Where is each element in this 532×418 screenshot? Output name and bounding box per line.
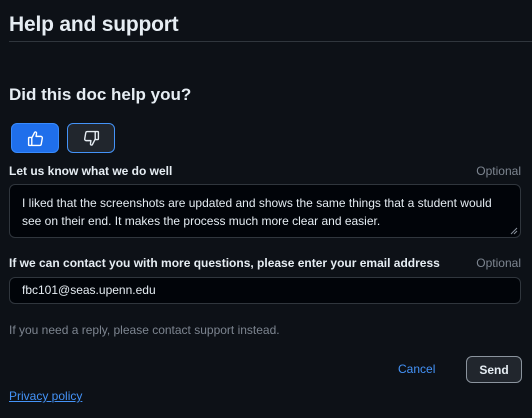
send-button[interactable]: Send [466, 356, 522, 383]
resize-grip-icon[interactable] [510, 227, 518, 235]
well-field-optional: Optional [476, 164, 521, 178]
email-field-optional: Optional [476, 256, 521, 270]
email-field-label: If we can contact you with more question… [9, 256, 440, 270]
thumbs-up-button[interactable] [11, 123, 59, 153]
email-value: fbc101@seas.upenn.edu [22, 283, 156, 297]
privacy-policy-link[interactable]: Privacy policy [9, 389, 82, 403]
cancel-button[interactable]: Cancel [398, 362, 435, 376]
feedback-textarea[interactable]: I liked that the screenshots are updated… [9, 184, 521, 238]
thumbs-down-button[interactable] [67, 123, 115, 153]
feedback-question: Did this doc help you? [9, 85, 192, 104]
title-divider [9, 41, 532, 42]
thumbs-up-icon [27, 130, 44, 147]
email-field[interactable]: fbc101@seas.upenn.edu [9, 277, 521, 304]
thumbs-down-icon [83, 130, 100, 147]
page-title: Help and support [9, 13, 179, 36]
well-field-label: Let us know what we do well [9, 164, 173, 178]
feedback-text: I liked that the screenshots are updated… [22, 196, 492, 228]
support-hint: If you need a reply, please contact supp… [9, 323, 280, 337]
